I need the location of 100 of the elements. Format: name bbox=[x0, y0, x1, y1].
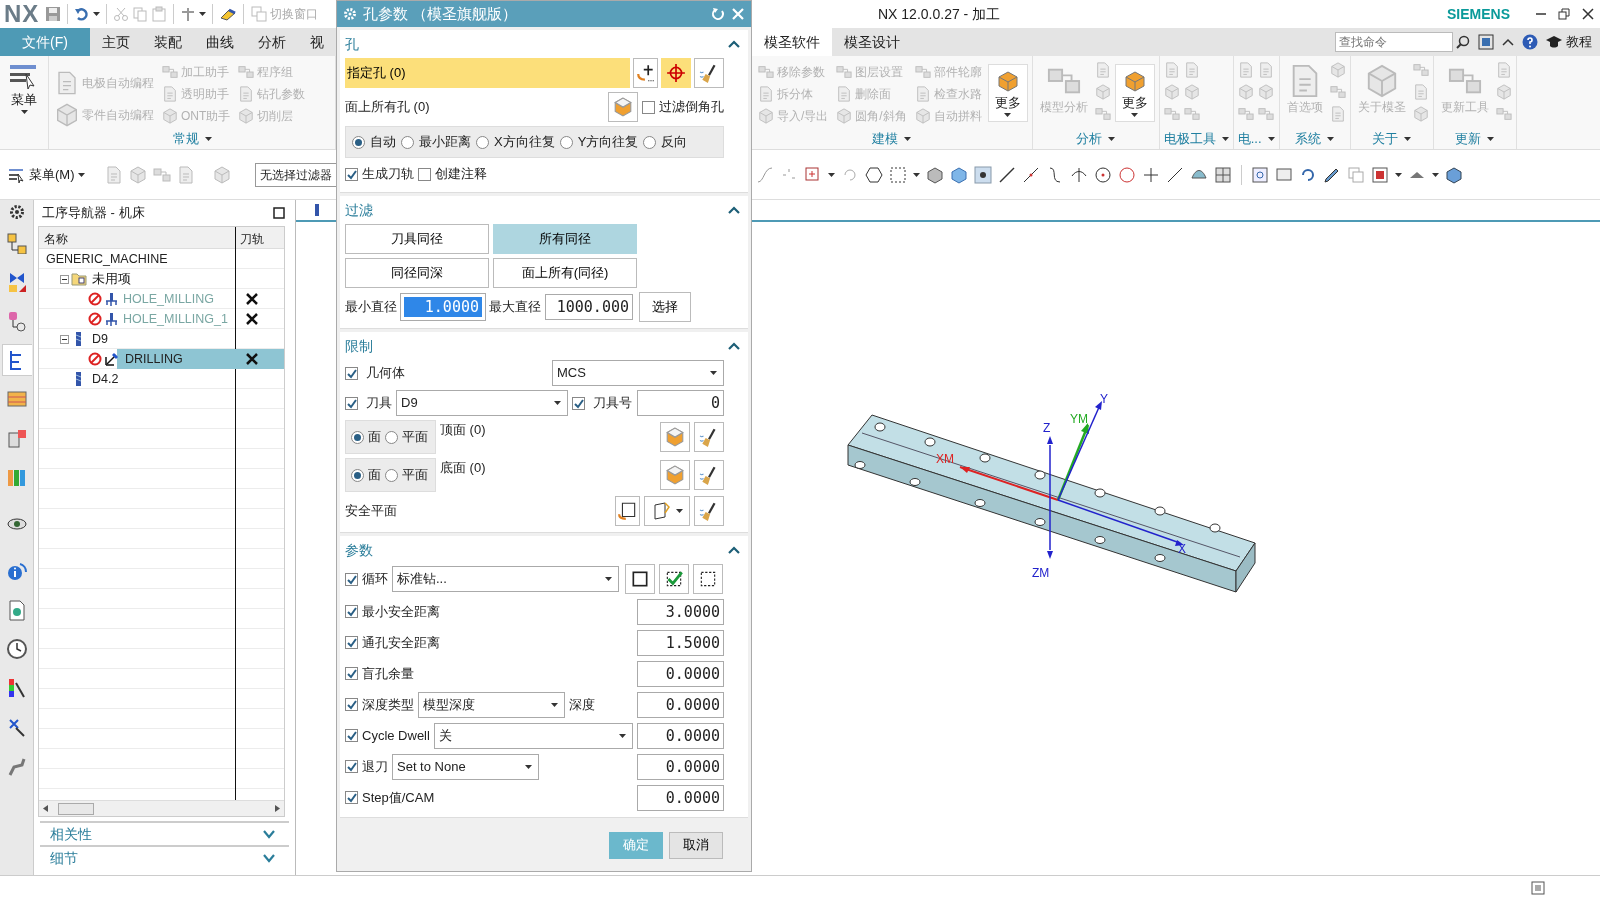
help-link[interactable]: 教程 bbox=[1566, 32, 1592, 52]
more-button[interactable]: 更多 bbox=[1114, 64, 1155, 122]
add-point-button[interactable] bbox=[633, 58, 658, 88]
cube-icon[interactable] bbox=[1445, 165, 1463, 184]
filter-option-button[interactable]: 同径同深 bbox=[345, 258, 489, 288]
dropdown[interactable]: MCS bbox=[552, 360, 724, 386]
check-box-button[interactable] bbox=[659, 564, 689, 594]
ribbon-tab[interactable]: 视 bbox=[298, 28, 336, 56]
face-select-button[interactable] bbox=[660, 460, 690, 490]
circle-icon[interactable] bbox=[1094, 165, 1112, 184]
plane-select-button[interactable] bbox=[615, 496, 640, 526]
checkbox[interactable] bbox=[345, 636, 358, 649]
snap-icon[interactable] bbox=[974, 165, 992, 184]
search-field[interactable]: 查找命令 bbox=[1335, 32, 1453, 52]
zoom-icon[interactable] bbox=[1251, 165, 1269, 184]
value-field[interactable]: 0.0000 bbox=[637, 784, 724, 811]
view-icon[interactable] bbox=[1371, 165, 1389, 184]
graduation-cap-icon[interactable] bbox=[1546, 35, 1562, 49]
solid-icon[interactable] bbox=[926, 165, 944, 184]
plus-icon[interactable] bbox=[1142, 165, 1160, 184]
menu-button[interactable]: 菜单(M) bbox=[6, 163, 87, 186]
dropdown[interactable]: D9 bbox=[396, 390, 568, 416]
brush-button[interactable] bbox=[694, 58, 724, 88]
radio-button[interactable] bbox=[476, 135, 489, 149]
select-button[interactable]: 选择 bbox=[639, 292, 691, 322]
pan-icon[interactable] bbox=[1275, 165, 1293, 184]
chevron-up-icon[interactable] bbox=[1502, 36, 1514, 48]
more-button[interactable]: 更多 bbox=[987, 64, 1028, 122]
filter-option-button[interactable]: 面上所有(同径) bbox=[493, 258, 637, 288]
collapse-icon[interactable] bbox=[60, 274, 69, 284]
tree-row[interactable]: D9 bbox=[39, 329, 284, 349]
reset-icon[interactable] bbox=[711, 7, 725, 21]
brush-button[interactable] bbox=[694, 496, 724, 526]
dropdown[interactable]: 模型深度 bbox=[418, 691, 565, 718]
line-icon[interactable] bbox=[998, 165, 1016, 184]
filter-dropdown[interactable]: 无选择过滤器 bbox=[254, 162, 337, 187]
collapse-icon[interactable] bbox=[60, 334, 69, 344]
tree-row[interactable]: D4.2 bbox=[39, 369, 284, 389]
value-field[interactable]: 3.0000 bbox=[637, 598, 724, 625]
hexagon-icon[interactable] bbox=[865, 165, 883, 184]
ribbon-tab[interactable]: 分析 bbox=[246, 28, 298, 56]
dashed-square-button[interactable] bbox=[693, 564, 723, 594]
undo-icon[interactable] bbox=[74, 6, 91, 22]
value-field[interactable]: 0.0000 bbox=[637, 691, 724, 718]
radio-button[interactable] bbox=[559, 135, 573, 149]
checkbox[interactable] bbox=[345, 791, 358, 804]
close-icon[interactable] bbox=[731, 7, 745, 21]
checkbox[interactable] bbox=[642, 100, 655, 114]
grid-icon[interactable] bbox=[1214, 165, 1232, 184]
column-header[interactable]: 刀轨 bbox=[235, 227, 269, 248]
window-icon[interactable] bbox=[1478, 34, 1494, 50]
tree-row[interactable]: GENERIC_MACHINE bbox=[39, 249, 284, 269]
checkbox[interactable] bbox=[345, 760, 358, 773]
column-header[interactable]: 名称 bbox=[39, 227, 235, 248]
checkbox[interactable] bbox=[345, 572, 358, 586]
line-icon[interactable] bbox=[1166, 165, 1184, 184]
crosshair-button[interactable] bbox=[661, 58, 691, 88]
checkbox[interactable] bbox=[418, 167, 431, 181]
ribbon-tab[interactable]: 模圣设计 bbox=[832, 28, 912, 56]
ribbon-tab[interactable]: 装配 bbox=[142, 28, 194, 56]
scroll-left-icon[interactable] bbox=[43, 805, 48, 812]
dropdown[interactable]: Set to None bbox=[392, 753, 539, 780]
ribbon-tab[interactable]: 曲线 bbox=[194, 28, 246, 56]
chevron-up-icon[interactable] bbox=[728, 40, 740, 48]
checkbox[interactable] bbox=[345, 366, 358, 380]
value-field[interactable]: 0 bbox=[637, 390, 724, 416]
eraser-icon[interactable] bbox=[219, 6, 238, 22]
filter-option-button[interactable]: 所有同径 bbox=[493, 224, 637, 254]
menu-button[interactable]: 菜单 bbox=[0, 56, 48, 120]
radio-button[interactable] bbox=[385, 430, 398, 444]
chevron-up-icon[interactable] bbox=[728, 546, 740, 554]
brush-button[interactable] bbox=[694, 422, 724, 452]
checkbox[interactable] bbox=[345, 605, 358, 618]
value-field[interactable]: 0.0000 bbox=[637, 753, 724, 780]
radio-button[interactable] bbox=[351, 468, 364, 482]
checkbox[interactable] bbox=[345, 396, 358, 410]
collapsible-panel[interactable]: 相关性 bbox=[40, 821, 289, 845]
chevron-up-icon[interactable] bbox=[728, 206, 740, 214]
point-set-icon[interactable] bbox=[804, 165, 822, 184]
help-icon[interactable] bbox=[1522, 34, 1538, 50]
square-button[interactable] bbox=[625, 564, 655, 594]
checkbox[interactable] bbox=[345, 167, 358, 181]
dropdown[interactable]: 关 bbox=[433, 722, 633, 749]
selection-box-icon[interactable] bbox=[889, 165, 907, 184]
cube-icon[interactable] bbox=[950, 165, 968, 184]
line-icon[interactable] bbox=[1022, 165, 1040, 184]
scrollbar-thumb[interactable] bbox=[58, 802, 94, 815]
save-icon[interactable] bbox=[45, 6, 62, 22]
hole-selector[interactable]: 指定孔 (0) bbox=[345, 58, 630, 88]
collapsible-panel[interactable]: 细节 bbox=[40, 845, 289, 869]
chevron-up-icon[interactable] bbox=[728, 342, 740, 350]
face-select-button[interactable] bbox=[660, 422, 690, 452]
radio-button[interactable] bbox=[385, 468, 398, 482]
radio-button[interactable] bbox=[352, 135, 365, 149]
checkbox[interactable] bbox=[345, 698, 358, 711]
tree-row[interactable]: 未用项 bbox=[39, 269, 284, 289]
checkbox[interactable] bbox=[345, 667, 358, 680]
checkbox[interactable] bbox=[572, 396, 585, 410]
circle-icon[interactable] bbox=[1118, 165, 1136, 184]
value-field[interactable]: 0.0000 bbox=[637, 722, 724, 749]
